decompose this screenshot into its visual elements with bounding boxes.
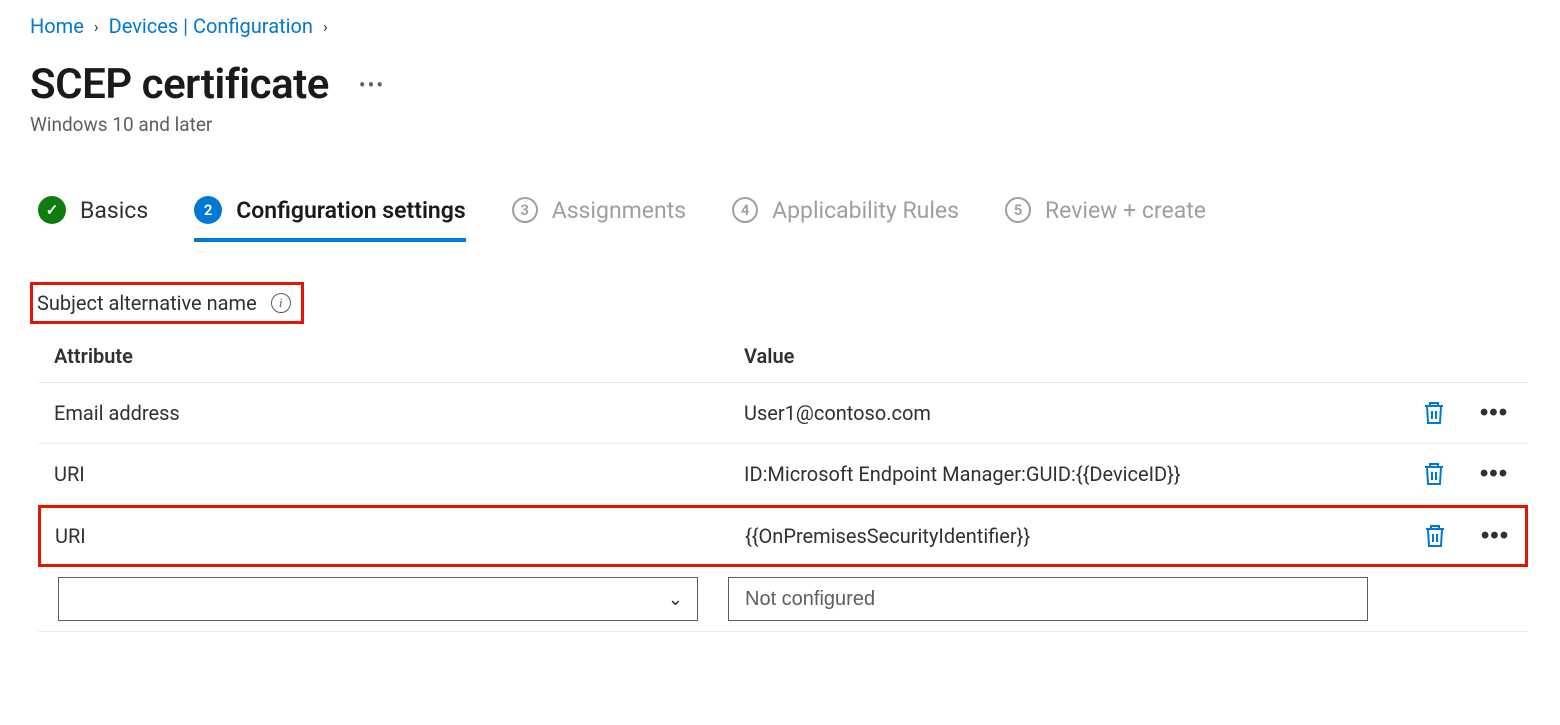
cell-value: User1@contoso.com	[744, 401, 1404, 425]
delete-button[interactable]	[1404, 396, 1464, 430]
san-table: Attribute Value Email address User1@cont…	[38, 336, 1528, 632]
step-basics[interactable]: ✓ Basics	[38, 196, 148, 242]
breadcrumb-devices[interactable]: Devices | Configuration	[109, 14, 313, 38]
cell-attribute: URI	[55, 524, 745, 548]
step-number-icon: 2	[194, 196, 222, 224]
col-attribute: Attribute	[54, 344, 744, 368]
col-value: Value	[744, 344, 1404, 368]
delete-button[interactable]	[1405, 519, 1465, 553]
cell-attribute: URI	[54, 462, 744, 486]
chevron-down-icon: ⌄	[668, 589, 683, 610]
step-assignments[interactable]: 3 Assignments	[512, 197, 686, 242]
step-review-create[interactable]: 5 Review + create	[1005, 197, 1206, 242]
trash-icon	[1422, 400, 1446, 426]
breadcrumb: Home › Devices | Configuration ›	[30, 14, 1540, 38]
section-heading-highlight: Subject alternative name i	[30, 282, 304, 324]
value-input-wrap	[728, 577, 1368, 621]
chevron-right-icon: ›	[323, 17, 328, 36]
trash-icon	[1423, 523, 1447, 549]
step-number-icon: 5	[1005, 197, 1031, 223]
trash-icon	[1422, 461, 1446, 487]
row-more-button[interactable]: •••	[1465, 518, 1525, 554]
section-title: Subject alternative name	[37, 291, 257, 315]
cell-value: {{OnPremisesSecurityIdentifier}}	[745, 524, 1405, 548]
table-header: Attribute Value	[38, 336, 1528, 383]
step-label: Review + create	[1045, 197, 1206, 224]
cell-value: ID:Microsoft Endpoint Manager:GUID:{{Dev…	[744, 462, 1404, 486]
cell-attribute: Email address	[54, 401, 744, 425]
new-row-inputs: ⌄	[38, 567, 1528, 632]
check-icon: ✓	[38, 196, 66, 224]
table-row-highlighted: URI {{OnPremisesSecurityIdentifier}} •••	[38, 505, 1528, 567]
step-applicability-rules[interactable]: 4 Applicability Rules	[732, 197, 959, 242]
value-input[interactable]	[743, 587, 1353, 612]
breadcrumb-home[interactable]: Home	[30, 14, 84, 38]
info-icon[interactable]: i	[271, 293, 291, 313]
page-subtitle: Windows 10 and later	[30, 113, 1540, 136]
table-row: Email address User1@contoso.com •••	[38, 383, 1528, 444]
row-more-button[interactable]: •••	[1464, 395, 1524, 431]
attribute-select[interactable]: ⌄	[58, 577, 698, 621]
step-nav: ✓ Basics 2 Configuration settings 3 Assi…	[38, 196, 1540, 242]
table-row: URI ID:Microsoft Endpoint Manager:GUID:{…	[38, 444, 1528, 505]
step-number-icon: 4	[732, 197, 758, 223]
step-number-icon: 3	[512, 197, 538, 223]
delete-button[interactable]	[1404, 457, 1464, 491]
step-configuration-settings[interactable]: 2 Configuration settings	[194, 196, 465, 242]
step-label: Assignments	[552, 197, 686, 224]
page-title: SCEP certificate	[30, 60, 329, 109]
step-label: Basics	[80, 197, 148, 224]
more-icon[interactable]: •••	[359, 73, 385, 97]
chevron-right-icon: ›	[94, 17, 99, 36]
row-more-button[interactable]: •••	[1464, 456, 1524, 492]
step-label: Applicability Rules	[772, 197, 959, 224]
step-label: Configuration settings	[236, 197, 465, 224]
